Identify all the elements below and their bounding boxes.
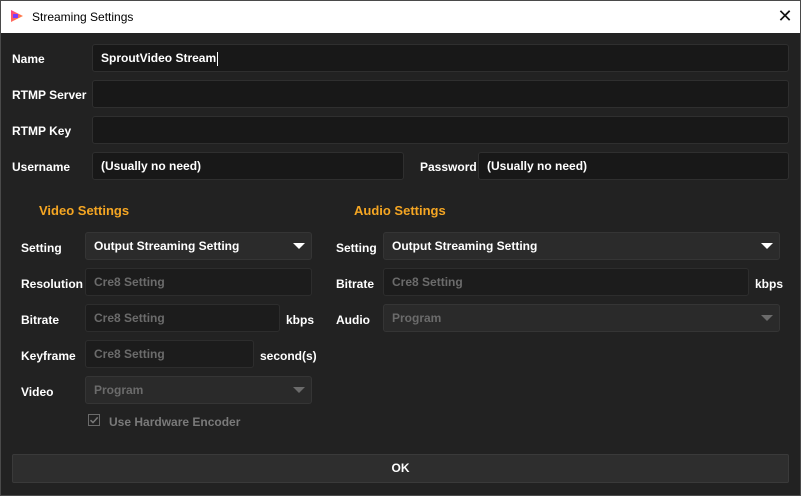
video-setting-label: Setting xyxy=(21,241,62,255)
video-settings-heading: Video Settings xyxy=(39,203,130,218)
video-source-dropdown[interactable]: Program xyxy=(85,376,312,404)
name-value: SproutVideo Stream xyxy=(101,51,217,65)
resolution-label: Resolution xyxy=(21,277,83,291)
rtmp-server-input[interactable] xyxy=(92,80,789,108)
keyframe-label: Keyframe xyxy=(21,349,76,363)
name-input[interactable]: SproutVideo Stream xyxy=(92,44,789,72)
app-icon xyxy=(11,10,23,22)
video-bitrate-label: Bitrate xyxy=(21,313,60,327)
chevron-down-icon xyxy=(293,243,305,249)
audio-bitrate-unit: kbps xyxy=(755,277,784,291)
window-title: Streaming Settings xyxy=(32,10,134,24)
rtmp-server-label: RTMP Server xyxy=(12,88,87,102)
chevron-down-icon xyxy=(761,315,773,321)
text-caret xyxy=(217,51,219,66)
audio-source-label: Audio xyxy=(336,313,370,327)
chevron-down-icon xyxy=(293,387,305,393)
audio-source-dropdown[interactable]: Program xyxy=(383,304,780,332)
audio-setting-value: Output Streaming Setting xyxy=(392,239,538,253)
video-setting-dropdown[interactable]: Output Streaming Setting xyxy=(85,232,312,260)
video-source-value: Program xyxy=(94,383,144,397)
title-bar: Streaming Settings ✕ xyxy=(1,1,800,33)
username-label: Username xyxy=(12,160,71,174)
ok-button[interactable]: OK xyxy=(12,454,789,483)
close-icon[interactable]: ✕ xyxy=(773,5,797,29)
audio-bitrate-label: Bitrate xyxy=(336,277,375,291)
audio-settings-heading: Audio Settings xyxy=(354,203,446,218)
video-source-label: Video xyxy=(21,385,54,399)
audio-source-value: Program xyxy=(392,311,442,325)
hardware-encoder-label: Use Hardware Encoder xyxy=(109,415,241,429)
rtmp-key-label: RTMP Key xyxy=(12,124,72,138)
chevron-down-icon xyxy=(761,243,773,249)
video-bitrate-input[interactable]: Cre8 Setting xyxy=(85,304,280,332)
video-bitrate-unit: kbps xyxy=(286,313,315,327)
username-input[interactable]: (Usually no need) xyxy=(92,152,404,180)
video-setting-value: Output Streaming Setting xyxy=(94,239,240,253)
audio-setting-dropdown[interactable]: Output Streaming Setting xyxy=(383,232,780,260)
checkmark-icon xyxy=(89,416,99,424)
audio-bitrate-input[interactable]: Cre8 Setting xyxy=(383,268,749,296)
hardware-encoder-checkbox[interactable] xyxy=(88,414,100,426)
name-label: Name xyxy=(12,52,45,66)
rtmp-key-input[interactable] xyxy=(92,116,789,144)
password-input[interactable]: (Usually no need) xyxy=(478,152,789,180)
streaming-settings-dialog: Streaming Settings ✕ Name SproutVideo St… xyxy=(0,0,801,496)
keyframe-input[interactable]: Cre8 Setting xyxy=(85,340,254,368)
password-label: Password xyxy=(420,160,477,174)
resolution-input[interactable]: Cre8 Setting xyxy=(85,268,312,296)
audio-setting-label: Setting xyxy=(336,241,377,255)
keyframe-unit: second(s) xyxy=(260,349,317,363)
